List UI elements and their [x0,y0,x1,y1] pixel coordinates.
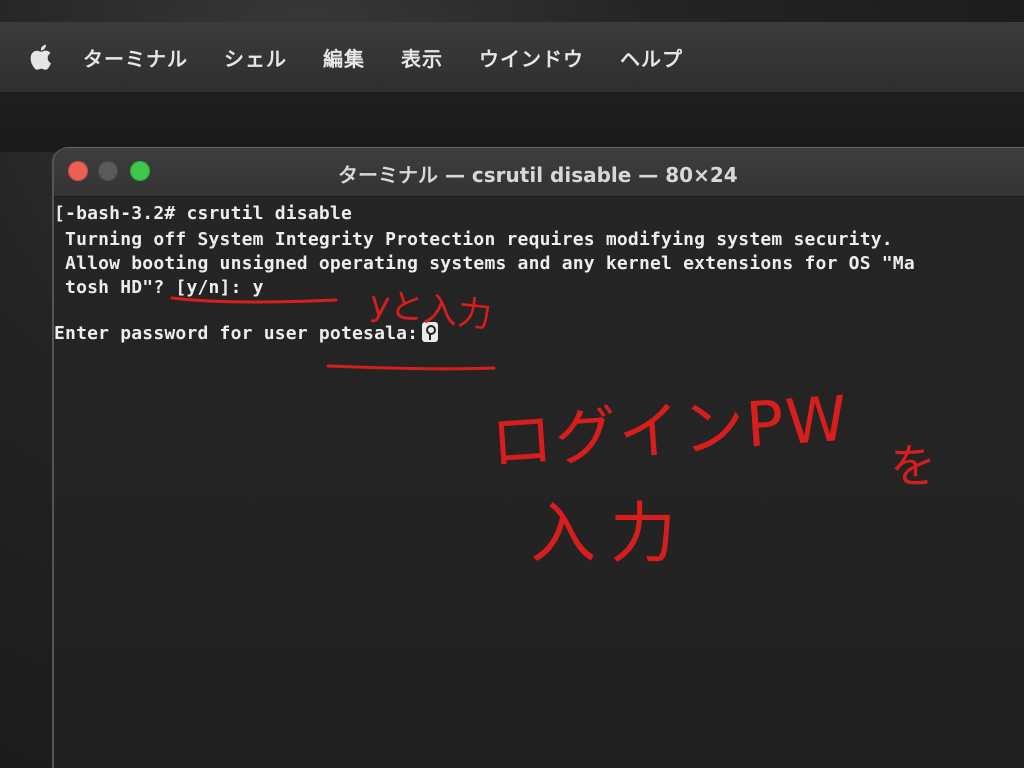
menu-edit[interactable]: 編集 [323,43,365,72]
menu-window[interactable]: ウインドウ [479,43,584,72]
window-title: ターミナル — csrutil disable — 80×24 [338,163,738,187]
menu-shell[interactable]: シェル [224,43,287,72]
terminal-line-warning-2: Allow booting unsigned operating systems… [54,253,915,274]
menu-view[interactable]: 表示 [401,43,443,72]
password-prompt: Enter password for user potesala: [54,323,419,344]
zoom-button[interactable] [130,161,150,181]
desktop-background [0,92,1024,152]
terminal-content[interactable]: [-bash-3.2# csrutil disable Turning off … [54,197,1024,768]
key-icon [422,322,439,342]
menu-terminal[interactable]: ターミナル [83,43,188,72]
menu-help[interactable]: ヘルプ [620,43,683,72]
minimize-button[interactable] [98,161,118,181]
window-titlebar[interactable]: ターミナル — csrutil disable — 80×24 [54,148,1024,197]
close-button[interactable] [68,161,88,181]
terminal-line-command: [-bash-3.2# csrutil disable [54,203,352,224]
terminal-line-password: Enter password for user potesala: [54,322,439,344]
menu-bar: ターミナル シェル 編集 表示 ウインドウ ヘルプ [0,22,1024,92]
terminal-window: ターミナル — csrutil disable — 80×24 [-bash-3… [54,148,1024,768]
apple-menu[interactable] [27,43,53,71]
terminal-line-warning-1: Turning off System Integrity Protection … [54,229,893,250]
apple-logo-icon [30,44,51,70]
terminal-line-prompt-yn: tosh HD"? [y/n]: y [54,277,264,298]
